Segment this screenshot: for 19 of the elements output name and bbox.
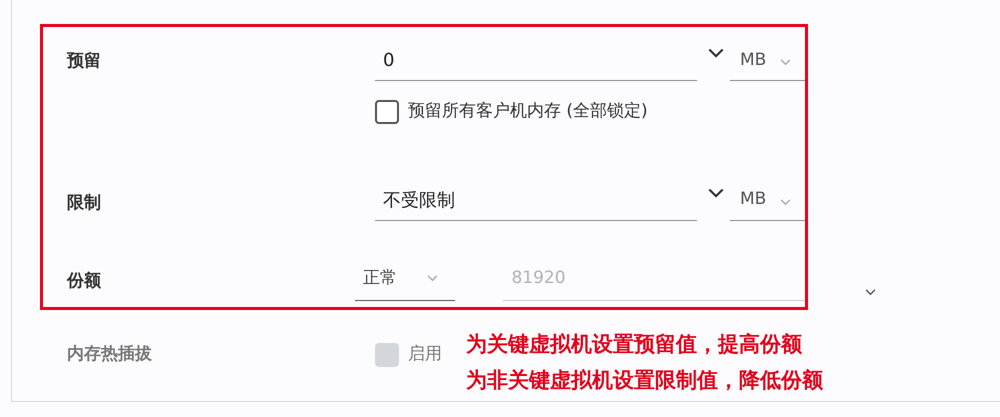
annotation-text: 为非关键虚拟机设置限制值，降低份额 xyxy=(466,367,823,394)
field-label: 限制 xyxy=(67,192,102,214)
value-field[interactable]: 不受限制 xyxy=(375,180,697,220)
chevron-down-icon xyxy=(708,48,724,59)
chevron-down-icon xyxy=(865,289,876,296)
chevron-down-icon xyxy=(780,59,792,66)
annotation-text: 为关键虚拟机设置预留值，提高份额 xyxy=(466,331,803,358)
checkbox-label: 启用 xyxy=(408,343,442,366)
checkbox[interactable] xyxy=(375,100,399,124)
unit-select[interactable]: MB xyxy=(730,180,805,220)
unit-select[interactable]: MB xyxy=(730,41,805,81)
checkbox-label: 预留所有客户机内存 (全部锁定) xyxy=(408,100,648,123)
field-label: 份额 xyxy=(67,270,102,292)
chevron-down-icon xyxy=(426,274,438,282)
chevron-down-icon xyxy=(708,188,724,198)
field-label: 预留 xyxy=(67,50,102,73)
field-label: 内存热插拔 xyxy=(67,343,153,366)
value-field[interactable]: 0 xyxy=(375,41,697,81)
chevron-down-icon xyxy=(780,198,792,206)
